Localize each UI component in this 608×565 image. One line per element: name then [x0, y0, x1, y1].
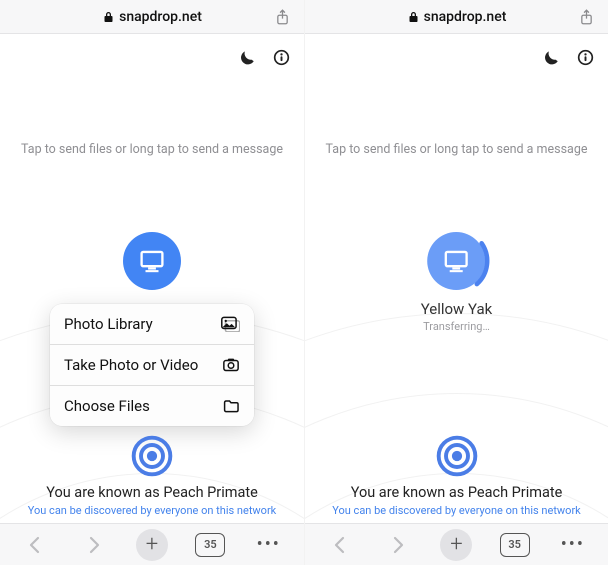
discoverable-text: You can be discovered by everyone on thi… [332, 504, 581, 517]
radar-icon [130, 434, 174, 478]
forward-arrow-icon [388, 534, 408, 556]
phone-right: snapdrop.net Tap to send files or long t… [304, 0, 608, 565]
peer-avatar [427, 232, 485, 290]
about-button[interactable] [268, 44, 294, 70]
peer-name: Yellow Yak [421, 300, 493, 318]
app-area: Tap to send files or long tap to send a … [0, 34, 304, 523]
browser-toolbar: + 35 ••• [0, 523, 304, 565]
back-arrow-icon [25, 534, 45, 556]
back-arrow-icon [330, 534, 350, 556]
dots-icon: ••• [257, 536, 281, 554]
more-button[interactable]: ••• [553, 528, 593, 562]
tabs-button[interactable]: 35 [190, 528, 230, 562]
discoverable-text: You can be discovered by everyone on thi… [28, 504, 277, 517]
lock-icon [407, 10, 420, 23]
radar-icon [435, 434, 479, 478]
page-url: snapdrop.net [119, 9, 202, 25]
back-button[interactable] [15, 528, 55, 562]
menu-item-label: Take Photo or Video [64, 356, 198, 374]
menu-take-photo[interactable]: Take Photo or Video [50, 345, 254, 386]
menu-choose-files[interactable]: Choose Files [50, 386, 254, 426]
theme-toggle-button[interactable] [234, 44, 260, 70]
about-button[interactable] [572, 44, 598, 70]
moon-icon [543, 49, 559, 65]
browser-toolbar: + 35 ••• [305, 523, 608, 565]
share-icon [274, 8, 291, 25]
tabs-button[interactable]: 35 [495, 528, 535, 562]
new-tab-button[interactable]: + [132, 528, 172, 562]
plus-icon: + [136, 529, 168, 561]
app-area: Tap to send files or long tap to send a … [305, 34, 608, 523]
info-icon [273, 49, 290, 66]
folder-icon [222, 398, 240, 414]
camera-icon [222, 357, 240, 373]
info-icon [577, 49, 594, 66]
lock-icon [102, 10, 115, 23]
file-picker-menu: Photo Library Take Photo or Video Choose… [50, 304, 254, 426]
forward-button[interactable] [378, 528, 418, 562]
forward-button[interactable] [74, 528, 114, 562]
peer-status: Transferring… [423, 320, 490, 333]
url-bar[interactable]: snapdrop.net [0, 0, 304, 34]
tab-count: 35 [500, 533, 530, 557]
peer-avatar [123, 232, 181, 290]
local-device: You are known as Peach Primate You can b… [305, 434, 608, 517]
local-device-name: You are known as Peach Primate [351, 484, 563, 501]
hint-text: Tap to send files or long tap to send a … [305, 142, 608, 157]
theme-toggle-button[interactable] [538, 44, 564, 70]
plus-icon: + [440, 529, 472, 561]
desktop-icon [139, 248, 165, 274]
local-device: You are known as Peach Primate You can b… [0, 434, 304, 517]
moon-icon [239, 49, 255, 65]
peer-device[interactable]: Yellow Yak Transferring… [421, 232, 493, 333]
share-button[interactable] [268, 3, 296, 31]
peer-device[interactable] [123, 232, 181, 290]
phone-left: snapdrop.net Tap to send files or long t… [0, 0, 304, 565]
share-icon [578, 8, 595, 25]
local-device-name: You are known as Peach Primate [46, 484, 258, 501]
menu-item-label: Photo Library [64, 315, 153, 333]
hint-text: Tap to send files or long tap to send a … [0, 142, 304, 157]
dots-icon: ••• [561, 536, 585, 554]
share-button[interactable] [572, 3, 600, 31]
forward-arrow-icon [84, 534, 104, 556]
more-button[interactable]: ••• [249, 528, 289, 562]
menu-item-label: Choose Files [64, 397, 150, 415]
menu-photo-library[interactable]: Photo Library [50, 304, 254, 345]
desktop-icon [443, 248, 469, 274]
new-tab-button[interactable]: + [436, 528, 476, 562]
url-bar[interactable]: snapdrop.net [305, 0, 608, 34]
page-url: snapdrop.net [424, 9, 507, 25]
back-button[interactable] [320, 528, 360, 562]
tab-count: 35 [195, 533, 225, 557]
photos-icon [220, 316, 240, 332]
